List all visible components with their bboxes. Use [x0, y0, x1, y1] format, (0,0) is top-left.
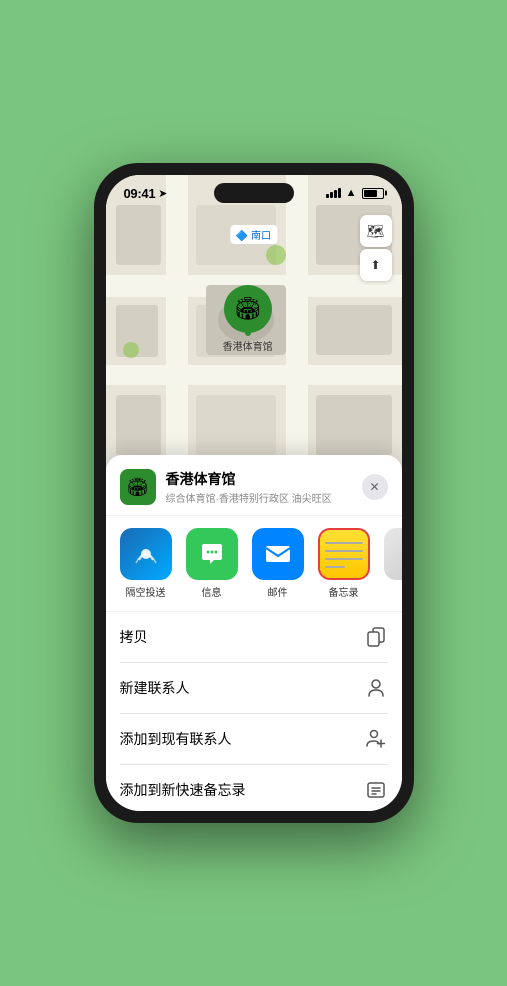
notes-icon — [318, 528, 370, 580]
action-list: 拷贝 新建联系人 — [106, 612, 402, 811]
wifi-icon: ▲ — [346, 187, 357, 199]
status-icons: ▲ — [326, 187, 384, 199]
app-more[interactable]: 推 — [384, 528, 402, 599]
quick-note-icon — [364, 778, 388, 802]
phone-screen: 09:41 ➤ ▲ — [106, 175, 402, 811]
person-add-icon — [364, 727, 388, 751]
app-notes[interactable]: 备忘录 — [318, 528, 370, 599]
action-copy-label: 拷贝 — [120, 627, 148, 647]
status-time: 09:41 — [124, 186, 156, 201]
map-area[interactable]: 🔷 南口 🗺 ⬆ 🏟 香港体育馆 — [106, 175, 402, 475]
airdrop-label: 隔空投送 — [126, 584, 166, 599]
messages-icon — [186, 528, 238, 580]
mail-label: 邮件 — [268, 584, 288, 599]
app-airdrop[interactable]: 隔空投送 — [120, 528, 172, 599]
mail-icon — [252, 528, 304, 580]
messages-label: 信息 — [202, 584, 222, 599]
sheet-header: 🏟 香港体育馆 综合体育馆·香港特别行政区 油尖旺区 ✕ — [106, 455, 402, 516]
app-messages[interactable]: 信息 — [186, 528, 238, 599]
venue-title: 香港体育馆 — [166, 469, 352, 489]
location-button[interactable]: ⬆ — [360, 249, 392, 281]
dynamic-island — [214, 183, 294, 203]
venue-sheet-icon: 🏟 — [120, 469, 156, 505]
phone-frame: 09:41 ➤ ▲ — [94, 163, 414, 823]
venue-subtitle: 综合体育馆·香港特别行政区 油尖旺区 — [166, 490, 352, 505]
copy-icon — [364, 625, 388, 649]
location-icon: ➤ — [158, 187, 167, 200]
notes-lines — [325, 542, 363, 568]
map-label: 🔷 南口 — [230, 225, 277, 244]
action-quick-note[interactable]: 添加到新快速备忘录 — [120, 765, 388, 811]
more-icon — [384, 528, 402, 580]
signal-bars — [326, 188, 341, 198]
notes-label: 备忘录 — [329, 584, 359, 599]
bottom-sheet: 🏟 香港体育馆 综合体育馆·香港特别行政区 油尖旺区 ✕ — [106, 455, 402, 811]
action-add-contact-label: 添加到现有联系人 — [120, 729, 232, 749]
action-copy[interactable]: 拷贝 — [120, 612, 388, 663]
person-icon — [364, 676, 388, 700]
airdrop-icon — [120, 528, 172, 580]
action-new-contact-label: 新建联系人 — [120, 678, 190, 698]
apps-row: 隔空投送 信息 — [120, 528, 388, 599]
action-add-contact[interactable]: 添加到现有联系人 — [120, 714, 388, 765]
venue-pin: 🏟 香港体育馆 — [223, 285, 273, 353]
map-controls: 🗺 ⬆ — [360, 215, 392, 281]
action-quick-note-label: 添加到新快速备忘录 — [120, 780, 246, 800]
app-mail[interactable]: 邮件 — [252, 528, 304, 599]
venue-map-label: 香港体育馆 — [223, 338, 273, 353]
venue-emoji: 🏟 — [234, 296, 262, 322]
venue-info: 香港体育馆 综合体育馆·香港特别行政区 油尖旺区 — [166, 469, 352, 505]
battery-icon — [362, 188, 384, 199]
action-new-contact[interactable]: 新建联系人 — [120, 663, 388, 714]
close-button[interactable]: ✕ — [362, 474, 388, 500]
apps-scroll-area[interactable]: 隔空投送 信息 — [106, 516, 402, 612]
pin-circle: 🏟 — [224, 285, 272, 333]
map-type-button[interactable]: 🗺 — [360, 215, 392, 247]
